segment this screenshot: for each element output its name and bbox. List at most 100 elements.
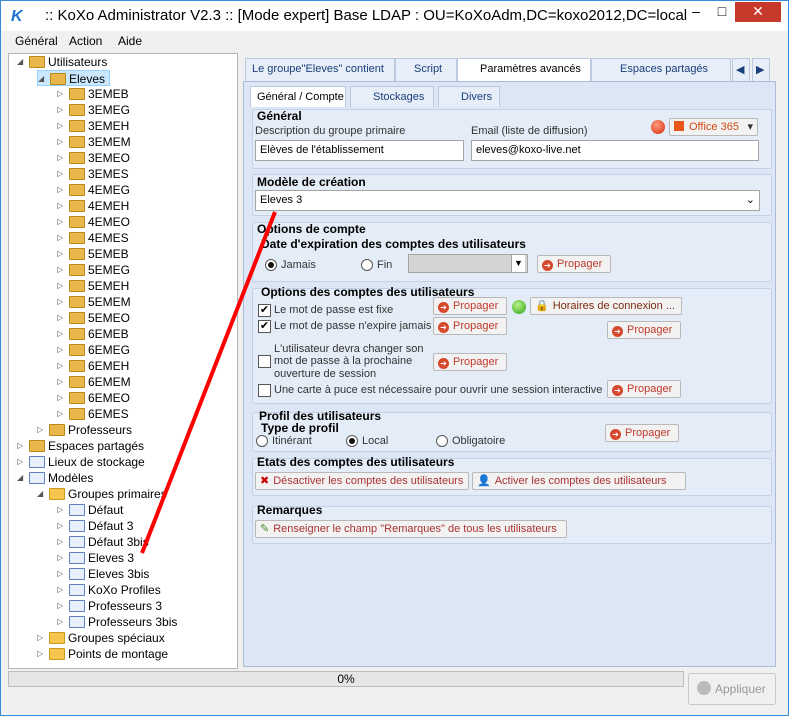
checkbox-pwd-fixe[interactable]: ✔	[258, 304, 271, 317]
expand-icon[interactable]: ▷	[57, 390, 67, 406]
menu-general[interactable]: Général	[15, 34, 58, 48]
checkbox-pwd-noexpire[interactable]: ✔	[258, 320, 271, 333]
expand-icon[interactable]: ▷	[57, 550, 67, 566]
expand-icon[interactable]: ▷	[57, 230, 67, 246]
tab-scroll-left-button[interactable]: ◀	[732, 58, 750, 82]
tab-groupe-contient[interactable]: Le groupe"Eleves" contient	[245, 58, 395, 82]
email-field[interactable]: eleves@koxo-live.net	[471, 140, 759, 161]
expand-icon[interactable]: ▷	[57, 566, 67, 582]
tree-node-modele[interactable]: ▷ Défaut	[57, 502, 123, 518]
tab-parametres-avances[interactable]: Paramètres avancés	[457, 58, 591, 82]
expand-icon[interactable]: ▷	[57, 278, 67, 294]
modele-select[interactable]: Eleves 3 ⌄	[255, 190, 760, 211]
tree-node-class[interactable]: ▷ 6EMES	[57, 406, 129, 422]
tree-node-groupes-primaires[interactable]: ◢ Groupes primaires	[37, 486, 167, 502]
tree-node-professeurs[interactable]: ▷ Professeurs	[37, 422, 132, 438]
tree-node-class[interactable]: ▷ 5EMEG	[57, 262, 130, 278]
propager-smartcard-button[interactable]: ➔ Propager	[607, 380, 681, 398]
tab-scroll-right-button[interactable]: ▶	[752, 58, 770, 82]
radio-itinerant[interactable]	[256, 435, 268, 447]
expand-icon[interactable]: ▷	[57, 502, 67, 518]
maximize-button[interactable]: □	[709, 2, 735, 22]
expand-icon[interactable]: ▷	[57, 374, 67, 390]
collapse-icon[interactable]: ◢	[17, 470, 27, 486]
tree-node-modele[interactable]: ▷ Défaut 3	[57, 518, 133, 534]
date-picker[interactable]: ▼	[408, 254, 528, 273]
tree-node-class[interactable]: ▷ 6EMEG	[57, 342, 130, 358]
radio-local[interactable]	[346, 435, 358, 447]
expand-icon[interactable]: ▷	[57, 294, 67, 310]
propager-pwd-noexpire-button[interactable]: ➔ Propager	[433, 317, 507, 335]
expand-icon[interactable]: ▷	[57, 118, 67, 134]
tree-node-modele[interactable]: ▷ KoXo Profiles	[57, 582, 161, 598]
tree-node-modele[interactable]: ▷ Eleves 3	[57, 550, 134, 566]
tree-node-class[interactable]: ▷ 5EMEM	[57, 294, 131, 310]
expand-icon[interactable]: ▷	[37, 630, 47, 646]
expand-icon[interactable]: ▷	[57, 86, 67, 102]
tree-node-class[interactable]: ▷ 3EMEH	[57, 118, 129, 134]
close-button[interactable]: ✕	[735, 2, 781, 22]
expand-icon[interactable]: ▷	[57, 166, 67, 182]
propager-profil-button[interactable]: ➔ Propager	[605, 424, 679, 442]
minimize-button[interactable]: –	[683, 2, 709, 22]
tree-node-class[interactable]: ▷ 4EMES	[57, 230, 129, 246]
tree-node-class[interactable]: ▷ 3EMEO	[57, 150, 130, 166]
expand-icon[interactable]: ▷	[57, 102, 67, 118]
expand-icon[interactable]: ▷	[57, 150, 67, 166]
remarques-button[interactable]: ✎ Renseigner le champ "Remarques" de tous…	[255, 520, 567, 538]
expand-icon[interactable]: ▷	[57, 358, 67, 374]
tree-node-class[interactable]: ▷ 5EMEH	[57, 278, 129, 294]
menu-action[interactable]: Action	[69, 34, 102, 48]
office365-button[interactable]: Office 365 ▾	[669, 118, 758, 136]
expand-icon[interactable]: ▷	[57, 406, 67, 422]
tree-node-class[interactable]: ▷ 3EMEB	[57, 86, 129, 102]
expand-icon[interactable]: ▷	[57, 198, 67, 214]
desactiver-comptes-button[interactable]: ✖ Désactiver les comptes des utilisateurs	[255, 472, 469, 490]
tree-node-class[interactable]: ▷ 4EMEG	[57, 182, 130, 198]
tree-node-lieux-stockage[interactable]: ▷ Lieux de stockage	[17, 454, 145, 470]
expand-icon[interactable]: ▷	[57, 134, 67, 150]
tree-node-modele[interactable]: ▷ Défaut 3bis	[57, 534, 149, 550]
collapse-icon[interactable]: ◢	[17, 54, 27, 70]
tree-node-modele[interactable]: ▷ Professeurs 3	[57, 598, 162, 614]
expand-icon[interactable]: ▷	[37, 646, 47, 662]
tree-node-class[interactable]: ▷ 3EMEG	[57, 102, 130, 118]
tree-node-modele[interactable]: ▷ Eleves 3bis	[57, 566, 149, 582]
expand-icon[interactable]: ▷	[57, 310, 67, 326]
tree-node-class[interactable]: ▷ 6EMEM	[57, 374, 131, 390]
expand-icon[interactable]: ▷	[17, 454, 27, 470]
radio-jamais[interactable]	[265, 259, 277, 271]
tree-node-class[interactable]: ▷ 4EMEO	[57, 214, 130, 230]
expand-icon[interactable]: ▷	[37, 422, 47, 438]
radio-fin[interactable]	[361, 259, 373, 271]
expand-icon[interactable]: ▷	[57, 518, 67, 534]
expand-icon[interactable]: ▷	[57, 214, 67, 230]
expand-icon[interactable]: ▷	[57, 342, 67, 358]
propager-pwd-fixe-button[interactable]: ➔ Propager	[433, 297, 507, 315]
tree-node-espaces-partages[interactable]: ▷ Espaces partagés	[17, 438, 144, 454]
expand-icon[interactable]: ▷	[57, 534, 67, 550]
propager-change-pwd-button[interactable]: ➔ Propager	[433, 353, 507, 371]
propager-expiration-button[interactable]: ➔ Propager	[537, 255, 611, 273]
tree-node-class[interactable]: ▷ 3EMEM	[57, 134, 131, 150]
menu-aide[interactable]: Aide	[118, 34, 142, 48]
tree-node-class[interactable]: ▷ 3EMES	[57, 166, 129, 182]
desc-field[interactable]: Elèves de l'établissement	[255, 140, 464, 161]
tree-node-points-montage[interactable]: ▷ Points de montage	[37, 646, 168, 662]
expand-icon[interactable]: ▷	[17, 438, 27, 454]
tab-espaces-partages[interactable]: Espaces partagés	[591, 58, 731, 82]
expand-icon[interactable]: ▷	[57, 326, 67, 342]
tree-node-class[interactable]: ▷ 4EMEH	[57, 198, 129, 214]
activer-comptes-button[interactable]: 👤 Activer les comptes des utilisateurs	[472, 472, 686, 490]
tree-node-class[interactable]: ▷ 6EMEB	[57, 326, 129, 342]
horaires-connexion-button[interactable]: 🔒 Horaires de connexion ...	[530, 297, 682, 315]
expand-icon[interactable]: ▷	[57, 262, 67, 278]
expand-icon[interactable]: ▷	[57, 246, 67, 262]
collapse-icon[interactable]: ◢	[37, 486, 47, 502]
tree-node-class[interactable]: ▷ 6EMEO	[57, 390, 130, 406]
tree-node-utilisateurs[interactable]: ◢ Utilisateurs	[17, 54, 107, 70]
radio-obligatoire[interactable]	[436, 435, 448, 447]
expand-icon[interactable]: ▷	[57, 582, 67, 598]
tree-node-modele[interactable]: ▷ Professeurs 3bis	[57, 614, 177, 630]
tree-node-class[interactable]: ▷ 5EMEO	[57, 310, 130, 326]
